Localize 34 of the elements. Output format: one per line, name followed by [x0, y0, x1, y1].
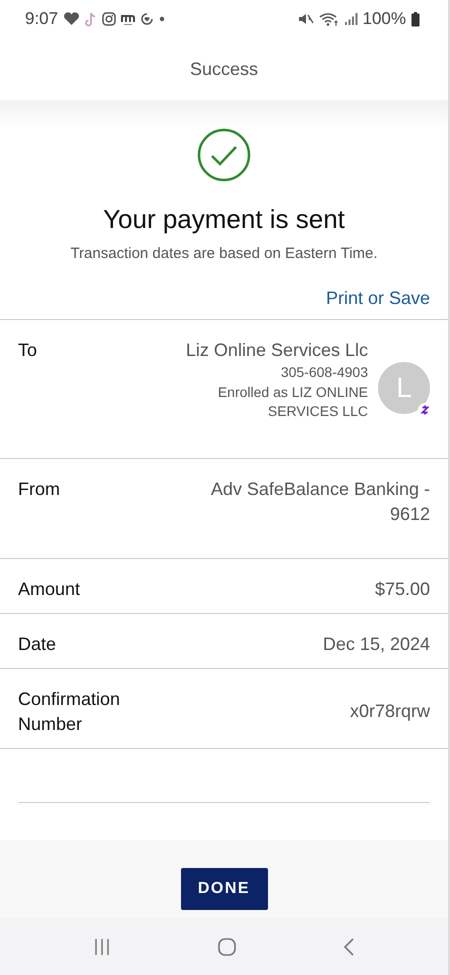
- detail-label: Date: [18, 633, 58, 656]
- wifi-icon: [318, 12, 339, 26]
- camera-icon: [102, 12, 116, 26]
- recipient-name: Liz Online Services Llc: [184, 339, 368, 362]
- back-icon: [343, 936, 355, 956]
- recent-apps-icon: [93, 938, 111, 956]
- success-title: Your payment is sent: [103, 204, 345, 235]
- battery-level: 100%: [362, 9, 406, 29]
- detail-value: x0r78rqrw: [348, 700, 430, 723]
- timezone-note: Transaction dates are based on Eastern Time.: [70, 245, 378, 262]
- app-icon: [121, 12, 136, 26]
- heart-circle-icon: [140, 12, 154, 26]
- battery-icon: [411, 12, 420, 26]
- clock-time: 9:07: [25, 9, 58, 29]
- checkmark-icon: [197, 128, 251, 182]
- done-button[interactable]: DONE: [180, 868, 268, 910]
- home-icon: [217, 936, 237, 956]
- detail-label: To: [18, 339, 38, 362]
- dot-icon: [159, 16, 166, 22]
- print-link[interactable]: Print or Save: [326, 288, 430, 309]
- detail-label: Confirmation Number: [18, 688, 122, 736]
- detail-value: Adv SafeBalance Banking - 9612: [210, 478, 430, 526]
- detail-value: Dec 15, 2024: [322, 633, 430, 656]
- screen-title: Success: [190, 58, 258, 80]
- enrollment-note: Enrolled as LIZ ONLINE SERVICES LLC: [216, 383, 368, 421]
- heart-icon: [63, 12, 80, 26]
- detail-label: Amount: [18, 578, 82, 601]
- signal-icon: [344, 12, 358, 26]
- detail-label: From: [18, 478, 61, 501]
- recipient-phone: 305-608-4903: [280, 363, 368, 382]
- zelle-badge-icon: [418, 403, 432, 417]
- detail-value: $75.00: [374, 578, 430, 601]
- music-note-icon: [85, 12, 98, 26]
- mute-icon: [298, 12, 314, 26]
